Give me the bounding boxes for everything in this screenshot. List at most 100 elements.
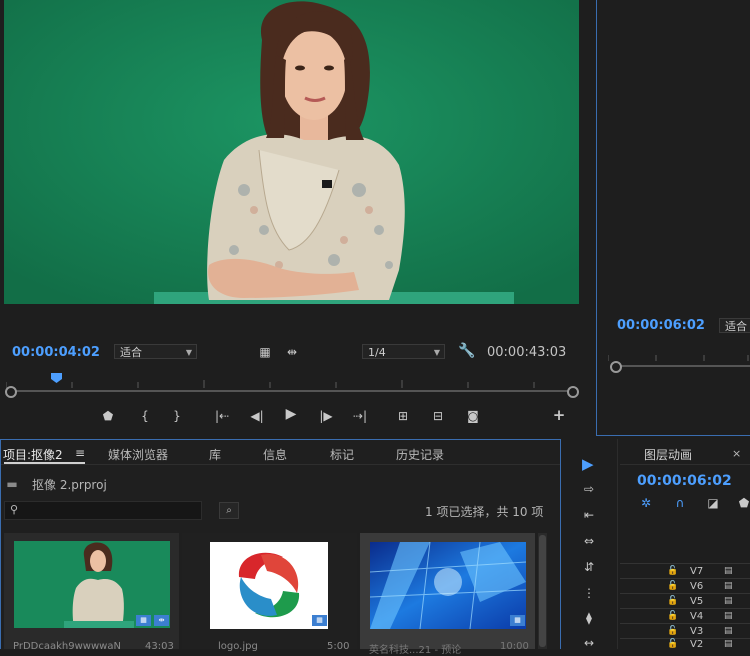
folder-icon: ▬ [6, 477, 18, 491]
program-zoom-value: 适合 [725, 320, 747, 333]
tab-history[interactable]: 历史记录 [396, 446, 444, 463]
nest-snap-icon[interactable]: ✲ [638, 496, 654, 510]
media-item-duration: 5:00 [327, 641, 350, 652]
program-zoom-handle[interactable] [610, 361, 622, 373]
rolling-edit-tool-icon[interactable]: ⇔ [580, 534, 598, 548]
source-resolution-value: 1/4 [368, 346, 386, 359]
media-item-1[interactable]: ▦ ⇹ PrDDcaakh9wwwwaN 43:03 [4, 533, 179, 652]
source-current-timecode[interactable]: 00:00:04:02 [12, 345, 100, 360]
chevron-down-icon: ▼ [185, 348, 192, 357]
sequence-tab[interactable]: 图层动画 [644, 446, 692, 463]
tab-info[interactable]: 信息 [263, 446, 287, 463]
mark-out-icon[interactable]: } [170, 409, 184, 423]
slip-tool-icon[interactable]: ⧫ [580, 611, 598, 625]
close-icon[interactable]: × [732, 447, 741, 460]
play-icon[interactable]: ▶ [283, 407, 299, 421]
source-zoom-bar[interactable] [10, 390, 573, 392]
media-item-2[interactable]: ▦ logo.jpg 5:00 [182, 533, 357, 652]
sync-lock-icon[interactable]: ▤ [724, 581, 733, 591]
program-zoom-select[interactable]: 适合 [719, 318, 750, 333]
source-duration-timecode: 00:00:43:03 [487, 345, 567, 360]
step-back-icon[interactable]: ◀| [249, 409, 265, 423]
media-item-duration: 43:03 [145, 641, 174, 652]
snap-magnet-icon[interactable]: ∩ [672, 496, 688, 510]
search-input[interactable]: ⚲ [4, 501, 202, 520]
tab-project-label: 项目:抠像2 [3, 448, 63, 462]
settings-panel-icon[interactable]: ▦ [258, 345, 272, 359]
sync-lock-icon[interactable]: ▤ [724, 566, 733, 576]
tab-media-browser[interactable]: 媒体浏览器 [108, 446, 168, 463]
export-frame-camera-icon[interactable]: ◙ [465, 409, 481, 423]
video-badge-icon: ▦ [136, 615, 151, 626]
media-item-3-selected[interactable]: ▦ 英名科技...21 - 预论 10:00 [360, 533, 535, 656]
tab-markers[interactable]: 标记 [330, 446, 354, 463]
track-v5[interactable]: V5 [690, 596, 703, 607]
add-button-icon[interactable]: + [552, 408, 566, 423]
source-time-ruler[interactable] [5, 373, 576, 388]
step-forward-icon[interactable]: |▶ [318, 409, 334, 423]
search-field[interactable] [23, 503, 197, 520]
rate-stretch-tool-icon[interactable]: ⇵ [580, 560, 598, 574]
new-bin-from-search-icon[interactable]: ⌕ [219, 502, 239, 519]
lock-icon[interactable]: 🔓 [667, 596, 678, 606]
video-badge-icon: ▦ [510, 615, 525, 626]
go-to-in-icon[interactable]: |⇠ [213, 409, 231, 423]
track-select-tool-icon[interactable]: ⇨ [580, 482, 598, 496]
selection-tool-icon[interactable]: ▶ [582, 455, 594, 473]
overwrite-icon[interactable]: ⊟ [428, 409, 448, 423]
media-item-name: logo.jpg [218, 641, 258, 652]
lock-icon[interactable]: 🔓 [667, 566, 678, 576]
insert-icon[interactable]: ⊞ [393, 409, 413, 423]
chevron-down-icon: ▼ [433, 348, 440, 357]
project-scrollbar-thumb[interactable] [539, 535, 546, 647]
track-v7[interactable]: V7 [690, 566, 703, 577]
tab-project[interactable]: 项目:抠像2 [3, 446, 63, 463]
wrench-icon[interactable]: 🔧 [458, 344, 475, 358]
program-timecode[interactable]: 00:00:06:02 [617, 318, 705, 333]
track-divider [620, 593, 750, 594]
project-tab-divider [1, 464, 560, 465]
sync-lock-icon[interactable]: ▤ [724, 626, 733, 636]
image-badge-icon: ▦ [312, 615, 327, 626]
sync-lock-icon[interactable]: ▤ [724, 596, 733, 606]
timeline-timecode[interactable]: 00:00:06:02 [637, 473, 732, 489]
source-resolution-select[interactable]: 1/4 ▼ [362, 344, 445, 359]
lock-icon[interactable]: 🔓 [667, 626, 678, 636]
timeline-tab-divider [620, 464, 750, 465]
linked-selection-icon[interactable]: ◪ [705, 496, 721, 510]
add-marker-icon[interactable]: ⬟ [737, 496, 750, 510]
presenter-image [4, 0, 579, 304]
lock-icon[interactable]: 🔓 [667, 581, 678, 591]
zoom-bar-right-handle[interactable] [567, 386, 579, 398]
drag-video-audio-icon[interactable]: ⇹ [284, 345, 300, 359]
active-tab-underline [4, 462, 85, 464]
tab-library[interactable]: 库 [209, 446, 221, 463]
track-divider [620, 563, 750, 564]
source-zoom-value: 适合 [120, 346, 142, 359]
sync-lock-icon[interactable]: ▤ [724, 611, 733, 621]
zoom-bar-left-handle[interactable] [5, 386, 17, 398]
lock-icon[interactable]: 🔓 [667, 639, 678, 649]
slide-tool-icon[interactable]: ↔ [580, 636, 598, 650]
track-divider [620, 608, 750, 609]
sync-lock-icon[interactable]: ▤ [724, 639, 733, 649]
source-zoom-select[interactable]: 适合 ▼ [114, 344, 197, 359]
program-panel-border-left [596, 0, 597, 436]
lock-icon[interactable]: 🔓 [667, 611, 678, 621]
track-divider [620, 578, 750, 579]
track-v2[interactable]: V2 [690, 639, 703, 650]
track-v4[interactable]: V4 [690, 611, 703, 622]
media-item-name: PrDDcaakh9wwwwaN [13, 641, 121, 652]
project-scrollbar[interactable] [538, 533, 547, 649]
track-divider [620, 623, 750, 624]
go-to-out-icon[interactable]: ⇢| [351, 409, 369, 423]
program-zoom-bar[interactable] [615, 365, 750, 367]
panel-menu-icon[interactable]: ≡ [75, 446, 85, 460]
mark-in-icon[interactable]: { [138, 409, 152, 423]
track-v3[interactable]: V3 [690, 626, 703, 637]
program-time-ruler[interactable] [607, 346, 750, 361]
add-marker-icon[interactable]: ⬟ [101, 409, 115, 423]
razor-tool-icon[interactable]: ⋮ [580, 586, 598, 600]
ripple-edit-tool-icon[interactable]: ⇤ [580, 508, 598, 522]
track-v6[interactable]: V6 [690, 581, 703, 592]
